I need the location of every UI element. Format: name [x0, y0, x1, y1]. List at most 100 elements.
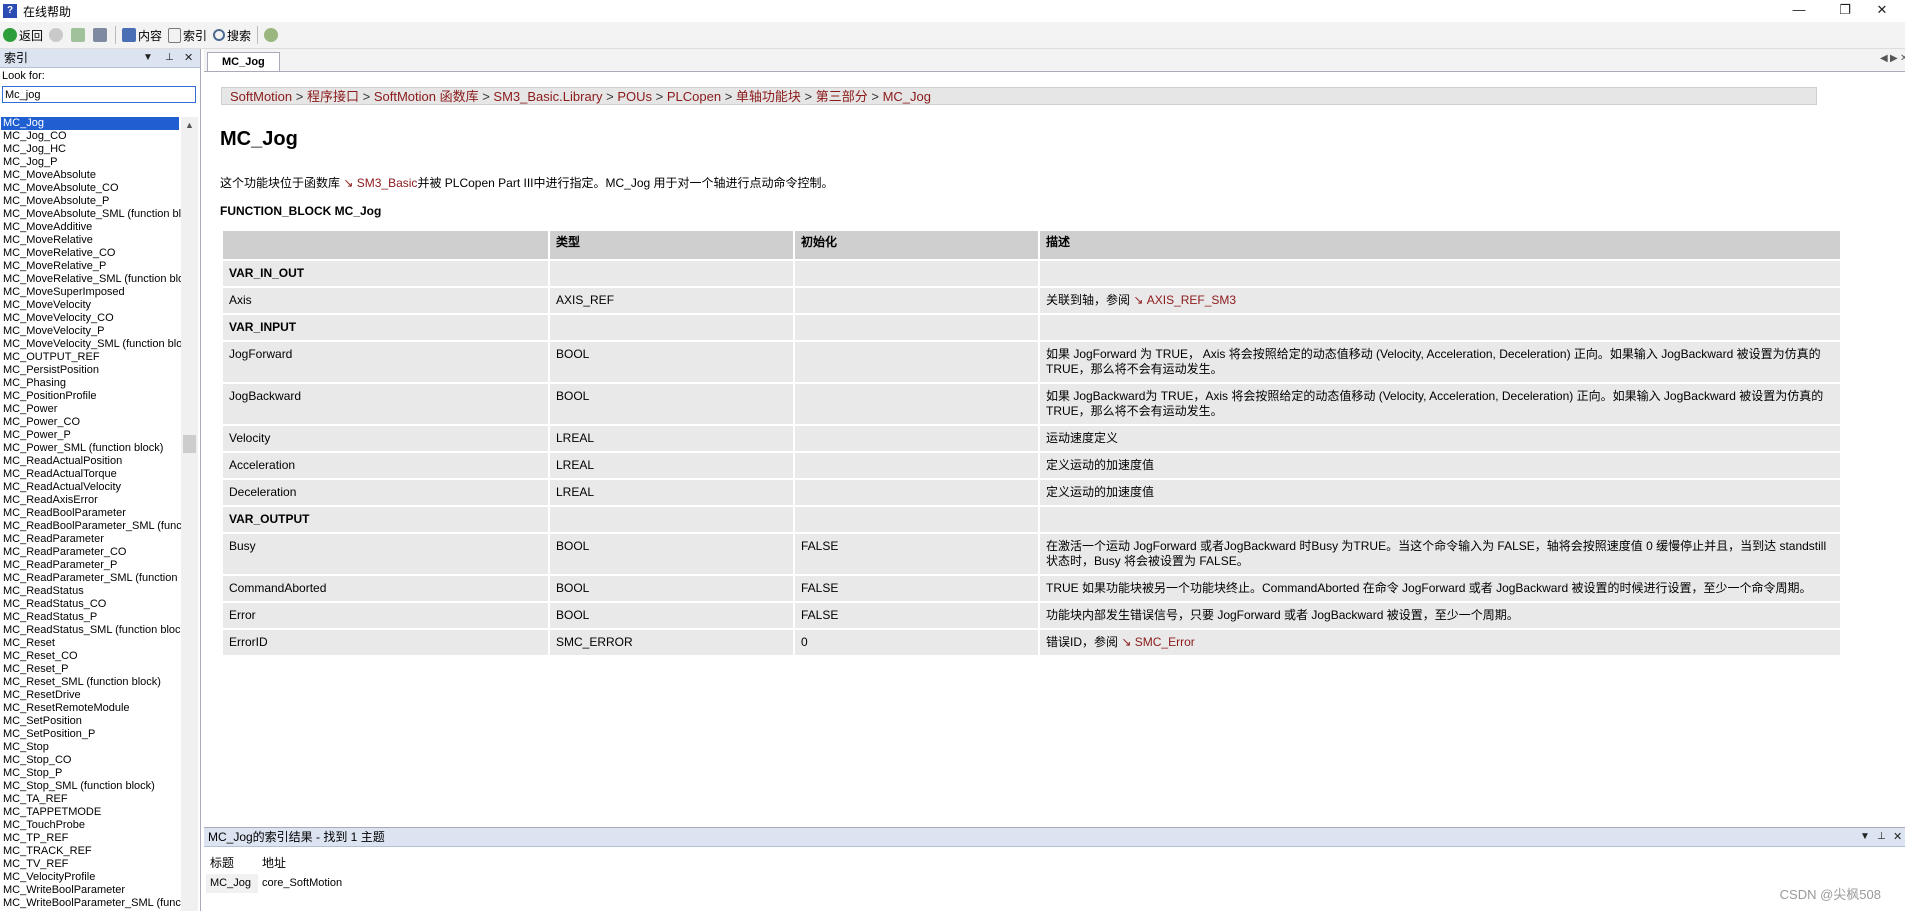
index-list-item[interactable]: MC_WriteBoolParameter_SML (function bloc… — [1, 897, 181, 910]
tab-scroll-left-icon[interactable]: ◀ — [1880, 53, 1888, 64]
sync-button[interactable] — [68, 24, 90, 46]
index-list-item[interactable]: MC_MoveAbsolute_SML (function block) — [1, 208, 181, 221]
breadcrumb-link[interactable]: SM3_Basic.Library — [493, 89, 602, 104]
breadcrumb-link[interactable]: POUs — [617, 89, 652, 104]
index-list-item[interactable]: MC_MoveAbsolute — [1, 169, 181, 182]
index-list-item[interactable]: MC_OUTPUT_REF — [1, 351, 181, 364]
index-list-item[interactable]: MC_ReadStatus_P — [1, 611, 181, 624]
index-list-scrollbar[interactable]: ▲ — [181, 117, 198, 911]
breadcrumb-link[interactable]: PLCopen — [667, 89, 721, 104]
minimize-button[interactable]: — — [1776, 0, 1822, 22]
forward-button[interactable] — [46, 24, 68, 46]
close-icon[interactable]: ✕ — [1893, 828, 1902, 846]
index-list-item[interactable]: MC_ReadBoolParameter_SML (function block… — [1, 520, 181, 533]
index-list-item[interactable]: MC_ResetRemoteModule — [1, 702, 181, 715]
index-list-item[interactable]: MC_Reset — [1, 637, 181, 650]
index-list-item[interactable]: MC_Stop_CO — [1, 754, 181, 767]
index-list-item[interactable]: MC_TA_REF — [1, 793, 181, 806]
index-list-item[interactable]: MC_ReadParameter_CO — [1, 546, 181, 559]
index-list-item[interactable]: MC_MoveAdditive — [1, 221, 181, 234]
index-list[interactable]: MC_Jog MC_Jog_CO MC_Jog_HC MC_Jog_P MC_MoveA… — [1, 117, 181, 911]
index-search-input[interactable]: Mc_jog — [2, 86, 196, 103]
index-list-item[interactable]: MC_TRACK_REF — [1, 845, 181, 858]
pane-menu-icon[interactable]: ▼ — [1860, 828, 1870, 846]
index-list-item[interactable]: MC_SetPosition — [1, 715, 181, 728]
index-list-item[interactable]: MC_ResetDrive — [1, 689, 181, 702]
index-list-item[interactable]: MC_Power_P — [1, 429, 181, 442]
tab-scroll-right-icon[interactable]: ▶ — [1890, 53, 1898, 64]
index-list-item[interactable]: MC_Power_SML (function block) — [1, 442, 181, 455]
results-col-address[interactable]: 地址 — [258, 852, 497, 874]
index-list-item[interactable]: MC_ReadParameter — [1, 533, 181, 546]
index-list-item[interactable]: MC_ReadActualPosition — [1, 455, 181, 468]
index-list-item[interactable]: MC_MoveVelocity_P — [1, 325, 181, 338]
breadcrumb-link[interactable]: 单轴功能块 — [736, 89, 801, 104]
index-list-item[interactable]: MC_Reset_P — [1, 663, 181, 676]
index-list-item[interactable]: MC_Stop_SML (function block) — [1, 780, 181, 793]
index-list-item[interactable]: MC_MoveVelocity — [1, 299, 181, 312]
pane-menu-icon[interactable]: ▼ — [143, 49, 153, 67]
index-list-item[interactable]: MC_Jog_HC — [1, 143, 181, 156]
index-list-item[interactable]: MC_MoveRelative_P — [1, 260, 181, 273]
index-list-item[interactable]: MC_ReadActualTorque — [1, 468, 181, 481]
close-icon[interactable]: ✕ — [184, 49, 193, 67]
pin-icon[interactable]: ⊥ — [165, 49, 174, 67]
index-list-item[interactable]: MC_TP_REF — [1, 832, 181, 845]
index-list-item[interactable]: MC_TouchProbe — [1, 819, 181, 832]
param-type-link[interactable]: ↘ SMC_Error — [1121, 635, 1194, 649]
index-list-item[interactable]: MC_PositionProfile — [1, 390, 181, 403]
index-list-item[interactable]: MC_Reset_CO — [1, 650, 181, 663]
index-list-item[interactable]: MC_Stop_P — [1, 767, 181, 780]
index-list-item[interactable]: MC_PersistPosition — [1, 364, 181, 377]
pin-icon[interactable]: ⊥ — [1877, 828, 1886, 846]
results-col-title[interactable]: 标题 — [206, 852, 258, 874]
index-list-item[interactable]: MC_MoveSuperImposed — [1, 286, 181, 299]
index-list-item[interactable]: MC_MoveVelocity_CO — [1, 312, 181, 325]
scrollbar-thumb[interactable] — [183, 435, 196, 453]
scroll-up-icon[interactable]: ▲ — [181, 117, 198, 133]
breadcrumb-link[interactable]: SoftMotion — [230, 89, 292, 104]
breadcrumb-link[interactable]: MC_Jog — [883, 89, 931, 104]
index-list-item[interactable]: MC_Reset_SML (function block) — [1, 676, 181, 689]
index-list-item[interactable]: MC_ReadStatus_CO — [1, 598, 181, 611]
print-button[interactable] — [90, 24, 112, 46]
index-list-item[interactable]: MC_SetPosition_P — [1, 728, 181, 741]
close-button[interactable]: ✕ — [1859, 0, 1905, 22]
index-list-item[interactable]: MC_Stop — [1, 741, 181, 754]
index-list-item[interactable]: MC_MoveRelative_SML (function block) — [1, 273, 181, 286]
sm3-basic-link[interactable]: ↘ SM3_Basic — [343, 176, 417, 190]
param-type-link[interactable]: ↘ AXIS_REF_SM3 — [1133, 293, 1236, 307]
back-button[interactable]: 返回 — [0, 24, 46, 46]
tab-close-icon[interactable]: ✕ — [1900, 53, 1905, 64]
tab-mc-jog[interactable]: MC_Jog — [207, 52, 280, 71]
breadcrumb-link[interactable]: 第三部分 — [816, 89, 868, 104]
index-list-item[interactable]: MC_ReadStatus — [1, 585, 181, 598]
index-list-item[interactable]: MC_MoveAbsolute_CO — [1, 182, 181, 195]
index-list-item[interactable]: MC_ReadParameter_SML (function block) — [1, 572, 181, 585]
index-list-item[interactable]: MC_WriteBoolParameter — [1, 884, 181, 897]
index-list-item[interactable]: MC_Power_CO — [1, 416, 181, 429]
index-list-item[interactable]: MC_MoveRelative — [1, 234, 181, 247]
options-button[interactable] — [261, 24, 283, 46]
index-list-item[interactable]: MC_TV_REF — [1, 858, 181, 871]
index-list-item[interactable]: MC_TAPPETMODE — [1, 806, 181, 819]
index-list-item[interactable]: MC_MoveRelative_CO — [1, 247, 181, 260]
contents-button[interactable]: 内容 — [119, 24, 165, 46]
results-row[interactable]: MC_Jog core_SoftMotion — [206, 874, 497, 893]
index-list-item[interactable]: MC_ReadAxisError — [1, 494, 181, 507]
index-list-item[interactable]: MC_Jog — [1, 117, 179, 130]
index-list-item[interactable]: MC_Jog_P — [1, 156, 181, 169]
search-button[interactable]: 搜索 — [210, 24, 254, 46]
index-list-item[interactable]: MC_ReadBoolParameter — [1, 507, 181, 520]
index-list-item[interactable]: MC_ReadParameter_P — [1, 559, 181, 572]
breadcrumb-link[interactable]: SoftMotion 函数库 — [374, 89, 479, 104]
index-list-item[interactable]: MC_ReadActualVelocity — [1, 481, 181, 494]
index-list-item[interactable]: MC_MoveVelocity_SML (function block) — [1, 338, 181, 351]
index-list-item[interactable]: MC_Jog_CO — [1, 130, 181, 143]
index-list-item[interactable]: MC_Phasing — [1, 377, 181, 390]
breadcrumb-link[interactable]: 程序接口 — [307, 89, 359, 104]
index-list-item[interactable]: MC_ReadStatus_SML (function block) — [1, 624, 181, 637]
index-list-item[interactable]: MC_VelocityProfile — [1, 871, 181, 884]
index-button[interactable]: 索引 — [165, 24, 210, 46]
index-list-item[interactable]: MC_MoveAbsolute_P — [1, 195, 181, 208]
